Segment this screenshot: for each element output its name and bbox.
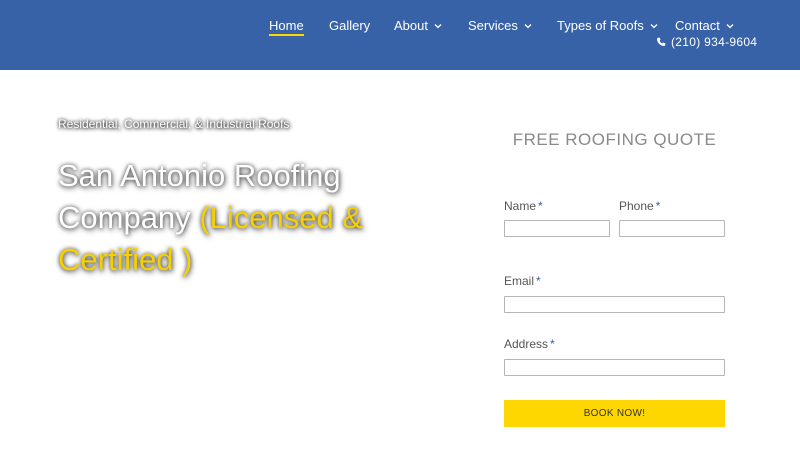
chevron-down-icon: [650, 23, 658, 28]
header-phone-link[interactable]: (210) 934-9604: [656, 35, 757, 49]
chevron-down-icon: [726, 23, 734, 28]
site-header: Home Gallery About Services Types of Roo…: [0, 0, 800, 70]
nav-item-label: Home: [269, 18, 304, 36]
required-mark: *: [655, 199, 661, 213]
chevron-down-icon: [434, 23, 442, 28]
hero-subtitle: Residential, Commercial, & Industrial Ro…: [58, 117, 290, 131]
address-field[interactable]: [504, 359, 725, 376]
phone-label-text: Phone: [619, 199, 654, 213]
name-field[interactable]: [504, 220, 610, 237]
nav-item-label: Services: [468, 18, 518, 33]
nav-item-services[interactable]: Services: [468, 18, 532, 33]
phone-number: (210) 934-9604: [671, 35, 758, 49]
quote-form-title: FREE ROOFING QUOTE: [512, 130, 717, 149]
nav-item-label: About: [394, 18, 428, 33]
email-label: Email *: [504, 274, 541, 288]
address-label: Address *: [504, 337, 555, 351]
nav-item-types-of-roofs[interactable]: Types of Roofs: [557, 18, 658, 33]
nav-item-contact[interactable]: Contact: [675, 18, 734, 33]
nav-item-label: Gallery: [329, 18, 371, 33]
book-now-button[interactable]: BOOK NOW!: [504, 400, 725, 427]
nav-item-home[interactable]: Home: [269, 18, 304, 36]
chevron-down-icon: [524, 23, 532, 28]
nav-item-gallery[interactable]: Gallery: [329, 18, 370, 33]
email-field[interactable]: [504, 296, 725, 313]
required-mark: *: [536, 274, 541, 288]
name-label: Name *: [504, 199, 543, 213]
phone-label: Phone *: [619, 199, 660, 213]
email-label-text: Email: [504, 274, 535, 288]
address-label-text: Address: [504, 337, 549, 351]
nav-item-label: Types of Roofs: [557, 18, 644, 33]
phone-icon: [656, 37, 666, 47]
nav-item-about[interactable]: About: [394, 18, 442, 33]
hero-title: San Antonio Roofing Company (Licensed & …: [58, 155, 388, 281]
required-mark: *: [550, 337, 555, 351]
nav-item-label: Contact: [675, 18, 720, 33]
name-label-text: Name: [504, 199, 537, 213]
phone-field[interactable]: [619, 220, 725, 237]
required-mark: *: [538, 199, 543, 213]
